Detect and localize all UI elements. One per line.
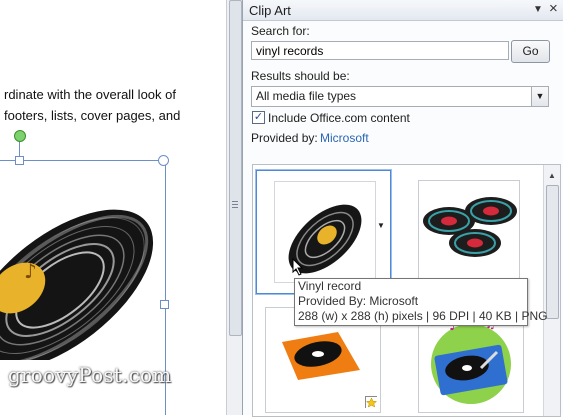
result-tile-records[interactable] — [418, 180, 520, 282]
pane-title: Clip Art — [249, 3, 291, 18]
provider-link[interactable]: Microsoft — [320, 131, 369, 145]
grip-line — [232, 204, 238, 205]
result-tile-vinyl-record[interactable]: ▼ — [256, 170, 391, 294]
tooltip-provider: Provided By: Microsoft — [298, 294, 419, 308]
provided-by-label: Provided by: — [251, 131, 318, 145]
records-thumbnail — [423, 197, 517, 257]
clip-info-tooltip: Vinyl record Provided By: Microsoft 288 … — [294, 278, 548, 326]
document-canvas: rdinate with the overall look of footers… — [0, 0, 226, 415]
close-icon[interactable]: × — [549, 0, 558, 17]
mouse-cursor-icon — [292, 258, 304, 276]
resize-handle-top-right[interactable] — [158, 155, 169, 166]
document-scrollbar[interactable] — [226, 0, 243, 415]
star-icon — [365, 396, 377, 408]
vinyl-record-image[interactable]: ♪ — [0, 170, 170, 360]
chevron-down-icon[interactable]: ▼ — [531, 87, 548, 106]
search-input[interactable] — [251, 41, 509, 60]
pane-header: Clip Art ▼ × — [243, 0, 563, 21]
results-scrollbar[interactable]: ▲ — [543, 165, 560, 416]
grip-line — [232, 207, 238, 208]
scrollbar-thumb[interactable] — [229, 0, 242, 336]
include-office-label[interactable]: Include Office.com content — [268, 111, 410, 125]
document-text-line: rdinate with the overall look of — [4, 87, 176, 102]
tooltip-title: Vinyl record — [298, 279, 362, 293]
rotate-handle[interactable] — [14, 130, 26, 142]
search-for-label: Search for: — [251, 24, 310, 38]
results-label: Results should be: — [251, 69, 350, 83]
scroll-up-icon[interactable]: ▲ — [548, 171, 556, 180]
scrollbar-thumb[interactable] — [546, 185, 559, 319]
go-button[interactable]: Go — [511, 40, 550, 63]
include-office-checkbox[interactable]: ✓ — [252, 111, 265, 124]
media-type-value: All media file types — [256, 89, 357, 103]
clip-art-pane: Clip Art ▼ × Search for: Go Results shou… — [242, 0, 563, 417]
resize-handle-top[interactable] — [15, 156, 24, 165]
grip-line — [232, 201, 238, 202]
chevron-down-icon[interactable]: ▼ — [377, 221, 385, 230]
tooltip-details: 288 (w) x 288 (h) pixels | 96 DPI | 40 K… — [298, 309, 548, 323]
pane-options-dropdown-icon[interactable]: ▼ — [533, 4, 543, 15]
media-type-select[interactable]: All media file types ▼ — [251, 86, 549, 107]
document-text-line: footers, lists, cover pages, and — [4, 108, 181, 123]
svg-text:♪: ♪ — [24, 259, 37, 283]
watermark: groovyPost.com — [8, 363, 172, 387]
tile-dropdown[interactable]: ▼ — [375, 171, 389, 279]
